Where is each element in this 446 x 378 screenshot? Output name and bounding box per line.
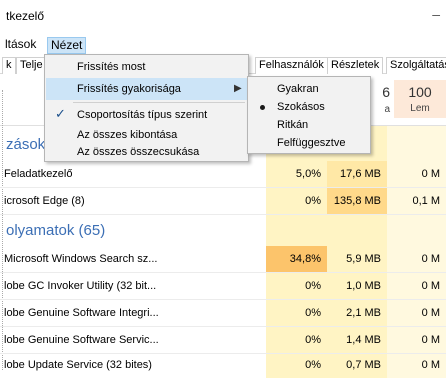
- table-row[interactable]: icrosoft Edge (8) 0% 135,8 MB 0,1 M: [0, 188, 446, 215]
- process-disk: 0,1 M: [412, 195, 440, 207]
- table-row[interactable]: Microsoft Windows Search sz... 34,8% 5,9…: [0, 246, 446, 273]
- process-cpu: 0%: [305, 307, 321, 319]
- process-cpu: 34,8%: [266, 246, 327, 272]
- process-memory: 135,8 MB: [327, 188, 387, 214]
- table-row[interactable]: lobe Genuine Software Servic... 0% 1,4 M…: [0, 327, 446, 354]
- process-disk: 0 M: [421, 168, 440, 180]
- menu-separator: [73, 102, 245, 103]
- process-name: lobe Genuine Software Servic...: [4, 334, 159, 346]
- process-cpu: 0%: [305, 195, 321, 207]
- title-bar: tkezelő –: [0, 0, 446, 34]
- process-disk: 0 M: [421, 280, 440, 292]
- process-cpu: 0%: [305, 334, 321, 346]
- process-memory: 5,9 MB: [346, 253, 381, 265]
- memory-label: a: [384, 104, 390, 115]
- process-name: lobe Genuine Software Integri...: [4, 307, 159, 319]
- minimize-icon[interactable]: –: [432, 6, 440, 22]
- tab-history[interactable]: Telje: [16, 57, 47, 74]
- process-disk: 0 M: [421, 253, 440, 265]
- process-cpu: 0%: [305, 359, 321, 371]
- process-disk: 0 M: [421, 307, 440, 319]
- menu-item-refresh-now[interactable]: Frissítés most: [46, 56, 247, 78]
- process-name: lobe GC Invoker Utility (32 bit...: [4, 280, 157, 292]
- process-memory: 1,0 MB: [346, 280, 381, 292]
- table-row[interactable]: lobe Genuine Software Integri... 0% 2,1 …: [0, 300, 446, 327]
- table-row[interactable]: lobe GC Invoker Utility (32 bit... 0% 1,…: [0, 273, 446, 300]
- section-background-processes[interactable]: olyamatok (65): [0, 220, 105, 242]
- tab-performance[interactable]: k: [2, 57, 16, 74]
- tab-services[interactable]: Szolgáltatások: [386, 57, 446, 74]
- menu-item-group-by-type[interactable]: Csoportosítás típus szerint: [46, 104, 247, 126]
- tab-details[interactable]: Részletek: [327, 57, 384, 74]
- submenu-arrow-icon: ▶: [234, 83, 242, 94]
- menu-item-collapse-all[interactable]: Az összes összecsukása: [46, 141, 247, 163]
- window-title: tkezelő: [6, 9, 45, 23]
- disk-column-header[interactable]: 100 Lem: [394, 80, 446, 118]
- menu-options[interactable]: ltások: [2, 37, 39, 54]
- process-memory: 2,1 MB: [346, 307, 381, 319]
- table-row[interactable]: lobe Update Service (32 bites) 0% 0,7 MB…: [0, 352, 446, 378]
- section-apps[interactable]: zások: [0, 134, 45, 156]
- process-cpu: 5,0%: [295, 168, 321, 180]
- table-row[interactable]: Feladatkezelő 5,0% 17,6 MB 0 M: [0, 161, 446, 188]
- view-menu: Frissítés most Frissítés gyakorisága ▶ ✓…: [44, 54, 249, 162]
- process-cpu: 0%: [305, 280, 321, 292]
- disk-percent: 100: [408, 84, 432, 100]
- process-disk: 0 M: [421, 334, 440, 346]
- menu-bar: ltások Nézet: [0, 34, 446, 54]
- process-memory: 1,4 MB: [346, 334, 381, 346]
- submenu-item-paused[interactable]: Felfüggesztve: [249, 132, 369, 154]
- process-memory: 0,7 MB: [346, 359, 381, 371]
- disk-label: Lem: [410, 103, 430, 114]
- process-disk: 0 M: [421, 359, 440, 371]
- process-memory: 17,6 MB: [327, 161, 387, 187]
- tab-users[interactable]: Felhasználók: [255, 57, 328, 74]
- process-name: lobe Update Service (32 bites): [4, 359, 152, 371]
- process-name: icrosoft Edge (8): [4, 195, 85, 207]
- memory-percent: 6: [382, 84, 390, 100]
- menu-item-refresh-speed[interactable]: Frissítés gyakorisága: [46, 78, 247, 100]
- process-name: Feladatkezelő: [4, 168, 73, 180]
- menu-view[interactable]: Nézet: [47, 37, 87, 54]
- refresh-speed-submenu: Gyakran Szokásos Ritkán Felfüggesztve: [247, 76, 371, 154]
- process-name: Microsoft Windows Search sz...: [4, 253, 158, 265]
